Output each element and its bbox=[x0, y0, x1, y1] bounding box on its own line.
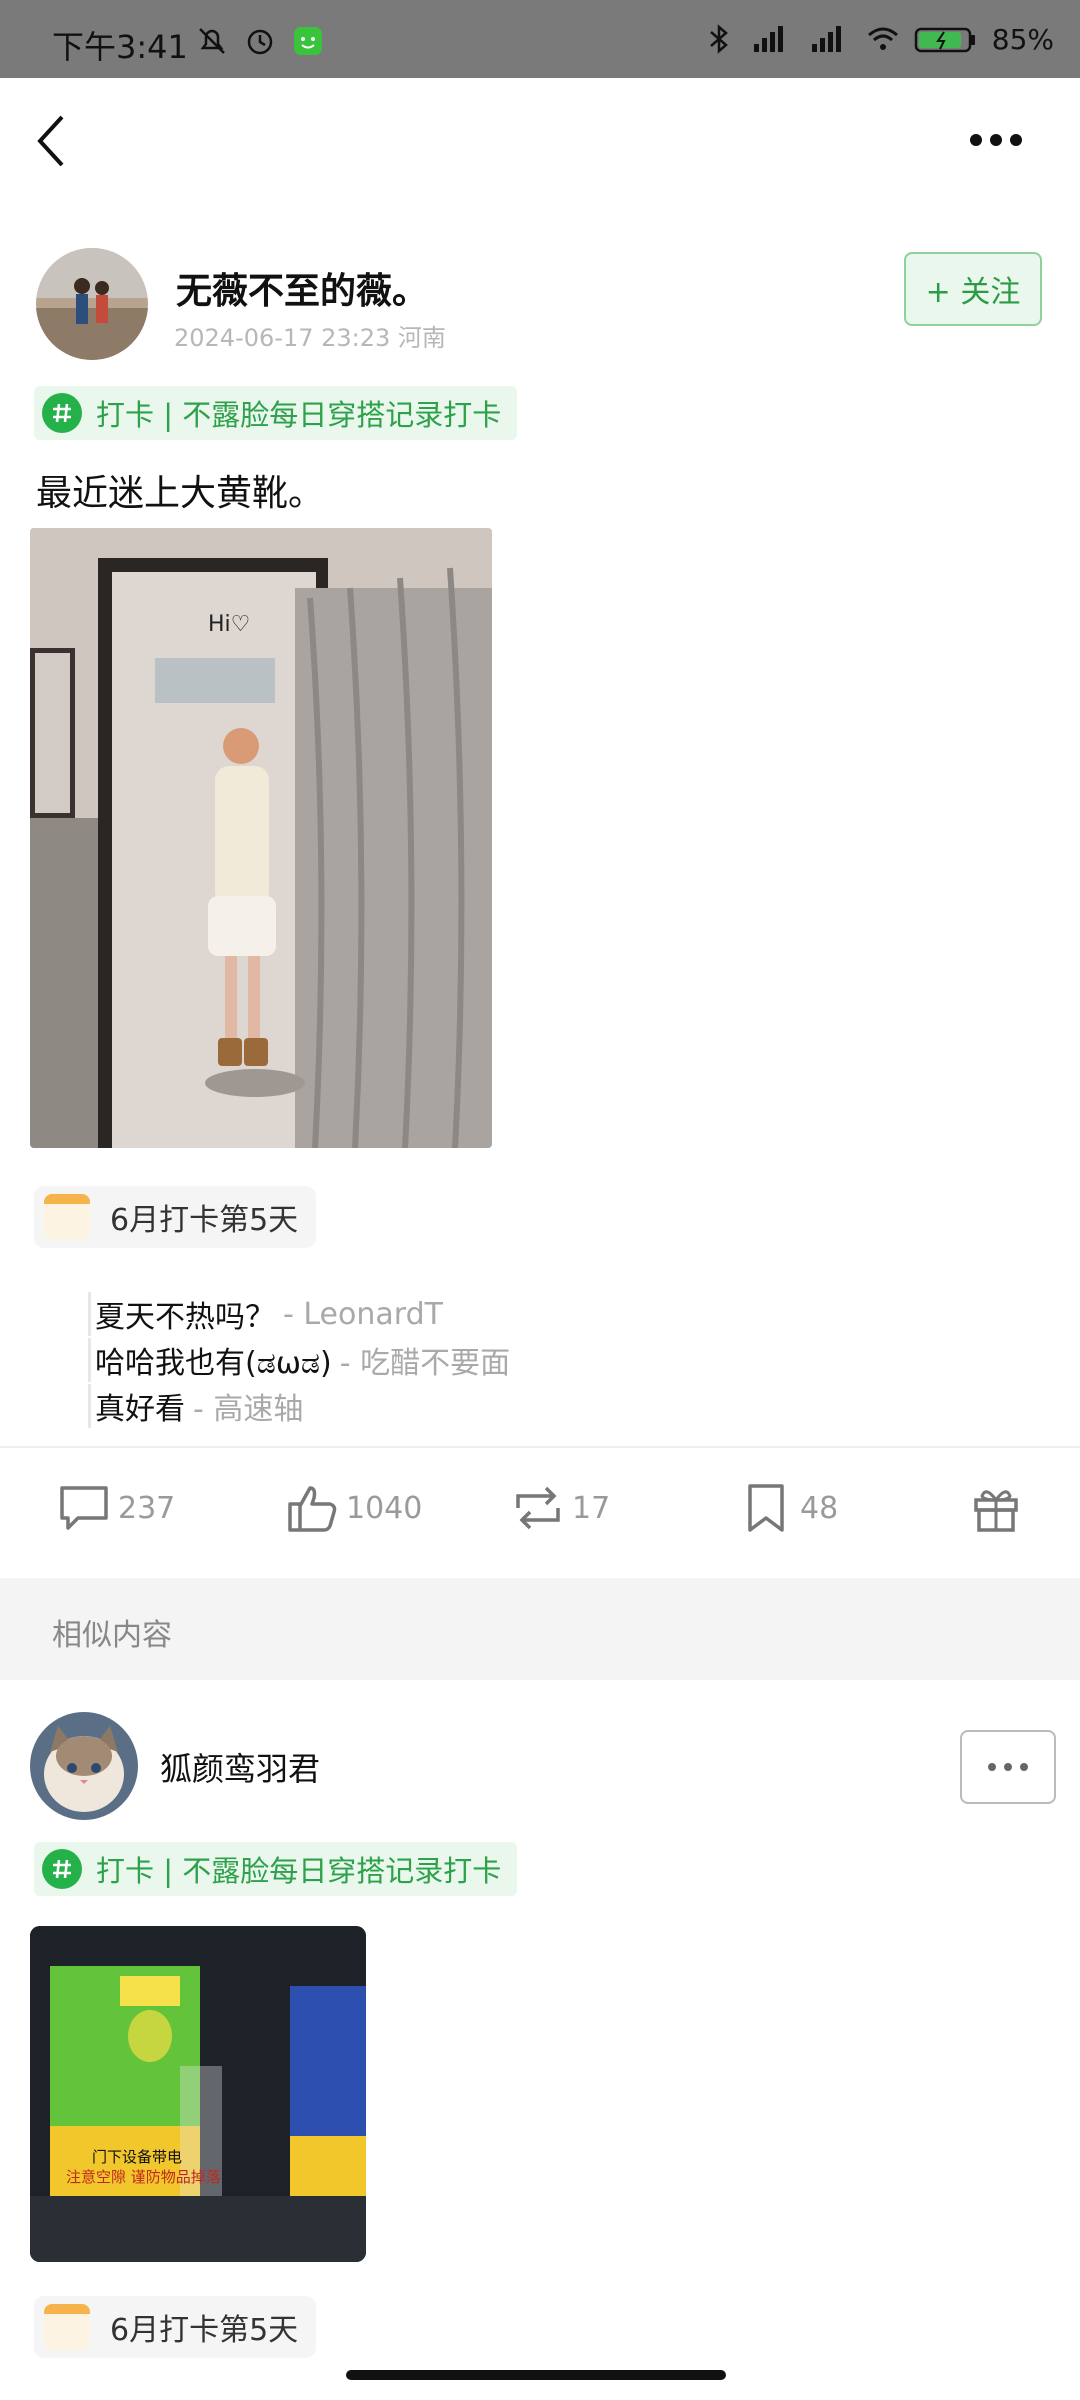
checkin-label: 6月打卡第5天 bbox=[110, 2313, 299, 2348]
author-avatar[interactable] bbox=[36, 248, 148, 360]
action-bar: 237 1040 17 48 bbox=[0, 1478, 1080, 1550]
post-image[interactable]: Hi♡ bbox=[30, 528, 492, 1148]
comment-count: 237 bbox=[118, 1490, 176, 1526]
comment-text: 哈哈我也有(ಡωಡ) bbox=[95, 1346, 332, 1381]
gift-icon bbox=[974, 1490, 1018, 1532]
back-arrow-icon bbox=[37, 115, 64, 167]
similar-content-title: 相似内容 bbox=[52, 1618, 172, 1653]
wifi-icon bbox=[867, 27, 898, 50]
post-text[interactable]: 最近迷上大黄靴。 bbox=[36, 464, 324, 516]
checkin-label: 6月打卡第5天 bbox=[110, 1203, 299, 1238]
author-name[interactable]: 无薇不至的薇。 bbox=[176, 262, 428, 314]
author-avatar-2[interactable] bbox=[30, 1712, 138, 1820]
alarm-icon bbox=[247, 29, 273, 55]
sign-text-1: 门下设备带电 bbox=[92, 2148, 183, 2166]
topic-label: 打卡 | 不露脸每日穿搭记录打卡 bbox=[96, 1854, 502, 1888]
status-bar: 下午3:41 85% bbox=[0, 0, 1080, 78]
thumbs-up-icon bbox=[288, 1486, 337, 1532]
comment-bubble-icon bbox=[60, 1486, 108, 1530]
more-options-button[interactable] bbox=[912, 96, 1080, 184]
battery-icon bbox=[914, 27, 975, 53]
bookmark-icon bbox=[748, 1484, 784, 1532]
sign-text-2: 注意空隙 谨防物品掉落 bbox=[66, 2168, 221, 2186]
home-indicator[interactable] bbox=[346, 2370, 726, 2380]
topic-label: 打卡 | 不露脸每日穿搭记录打卡 bbox=[96, 398, 502, 432]
app-notification-icon bbox=[294, 27, 322, 55]
checkin-badge[interactable]: 6月打卡第5天 bbox=[34, 1186, 317, 1248]
calendar-icon bbox=[44, 1194, 90, 1240]
follow-button[interactable]: + 关注 bbox=[904, 252, 1042, 326]
checkin-badge-2[interactable]: 6月打卡第5天 bbox=[34, 2296, 317, 2358]
mirror-doodle-text: Hi♡ bbox=[208, 612, 251, 637]
comment-text: 夏天不热吗？ bbox=[95, 1300, 275, 1335]
favorite-count: 48 bbox=[800, 1490, 839, 1526]
comment-item[interactable]: 真好看 - 高速轴 bbox=[88, 1384, 996, 1428]
comment-author: - LeonardT bbox=[283, 1296, 443, 1332]
post-timestamp-location: 2024-06-17 23:23 河南 bbox=[174, 324, 446, 352]
status-time: 下午3:41 bbox=[52, 28, 188, 66]
hashtag-icon bbox=[42, 393, 82, 433]
battery-level: 85% bbox=[991, 22, 1054, 56]
similar-content-section: 相似内容 bbox=[0, 1578, 1080, 1680]
comment-author: - 高速轴 bbox=[193, 1392, 304, 1427]
signal-icon-2 bbox=[811, 26, 841, 52]
signal-icon bbox=[753, 26, 783, 52]
more-dots-icon bbox=[988, 1763, 1028, 1771]
comment-author: - 吃醋不要面 bbox=[339, 1346, 511, 1381]
repost-count: 17 bbox=[572, 1490, 611, 1526]
topic-tag[interactable]: 打卡 | 不露脸每日穿搭记录打卡 bbox=[34, 386, 518, 440]
repost-button[interactable]: 17 bbox=[508, 1478, 610, 1538]
comment-item[interactable]: 哈哈我也有(ಡωಡ) - 吃醋不要面 bbox=[88, 1338, 996, 1382]
more-options-button-2[interactable] bbox=[960, 1730, 1056, 1804]
comment-button[interactable]: 237 bbox=[54, 1478, 175, 1538]
gift-button[interactable] bbox=[966, 1478, 1026, 1538]
comment-text: 真好看 bbox=[95, 1392, 185, 1427]
author-name-2[interactable]: 狐颜鸾羽君 bbox=[160, 1744, 320, 1790]
favorite-button[interactable]: 48 bbox=[736, 1478, 838, 1538]
comment-preview-list: 夏天不热吗？ - LeonardT 哈哈我也有(ಡωಡ) - 吃醋不要面 真好看… bbox=[88, 1292, 996, 1430]
post-image-2[interactable]: 门下设备带电 注意空隙 谨防物品掉落 bbox=[30, 1926, 366, 2262]
like-button[interactable]: 1040 bbox=[282, 1478, 422, 1538]
back-button[interactable] bbox=[0, 78, 104, 204]
calendar-icon bbox=[44, 2304, 90, 2350]
bluetooth-icon bbox=[709, 24, 728, 54]
repost-icon bbox=[516, 1486, 560, 1530]
comment-item[interactable]: 夏天不热吗？ - LeonardT bbox=[88, 1292, 996, 1336]
topic-tag-2[interactable]: 打卡 | 不露脸每日穿搭记录打卡 bbox=[34, 1842, 518, 1896]
hashtag-icon bbox=[42, 1849, 82, 1889]
divider bbox=[0, 1446, 1080, 1448]
mute-bell-icon bbox=[199, 28, 225, 54]
like-count: 1040 bbox=[346, 1490, 423, 1526]
top-nav bbox=[0, 78, 1080, 206]
more-dots-icon bbox=[970, 134, 1022, 146]
